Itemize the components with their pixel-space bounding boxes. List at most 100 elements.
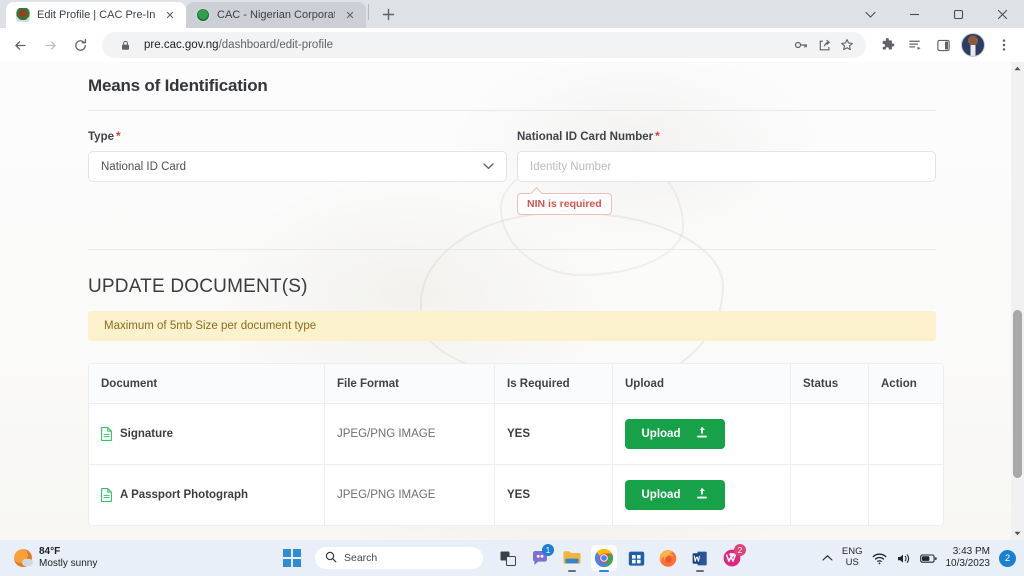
size-limit-alert: Maximum of 5mb Size per document type [88, 311, 936, 341]
scrollbar-thumb[interactable] [1013, 310, 1022, 478]
reload-icon[interactable] [66, 31, 94, 59]
table-header: Document File Format Is Required Upload … [89, 364, 943, 403]
tab-separator [368, 4, 369, 20]
scroll-down-arrow[interactable] [1011, 527, 1024, 540]
url-host: pre.cac.gov.ng [144, 39, 219, 51]
page-viewport: Means of Identification Type * National I… [0, 62, 1024, 540]
cell-upload: Upload [613, 404, 791, 464]
new-tab-button[interactable] [375, 1, 401, 27]
wondershare-icon[interactable]: 2 [719, 544, 746, 571]
extensions-puzzle-icon[interactable] [874, 31, 900, 59]
clock-time: 3:43 PM [952, 545, 990, 557]
bookmark-star-icon[interactable] [836, 34, 858, 56]
file-explorer-icon[interactable] [559, 545, 585, 572]
key-icon[interactable] [790, 34, 812, 56]
page-content: Means of Identification Type * National I… [0, 62, 1024, 540]
side-panel-icon[interactable] [930, 31, 956, 59]
tab-search-icon[interactable] [848, 0, 892, 28]
microsoft-word-icon[interactable] [687, 545, 713, 572]
browser-tab-2[interactable]: CAC - Nigerian Corporate Regist ✕ [186, 2, 366, 28]
taskbar-clock[interactable]: 3:43 PM 10/3/2023 [946, 546, 991, 571]
app-running-indicator [696, 570, 704, 572]
task-view-icon[interactable] [495, 545, 521, 571]
update-documents-title: UPDATE DOCUMENT(S) [88, 276, 308, 297]
battery-icon[interactable] [919, 553, 937, 564]
weather-condition: Mostly sunny [39, 558, 98, 569]
scroll-up-arrow[interactable] [1011, 62, 1024, 75]
tab-title: Edit Profile | CAC Pre-Incorporat [37, 9, 155, 21]
lock-icon [114, 34, 136, 56]
share-icon[interactable] [813, 34, 835, 56]
file-green-icon [101, 488, 112, 502]
cell-file-format: JPEG/PNG IMAGE [325, 404, 495, 464]
column-header-is-required: Is Required [495, 364, 613, 403]
nin-input[interactable]: Identity Number [517, 151, 936, 182]
cell-action [869, 404, 943, 464]
upload-button-label: Upload [641, 489, 681, 501]
tab-strip: Edit Profile | CAC Pre-Incorporat ✕ CAC … [0, 0, 1024, 28]
close-icon[interactable]: ✕ [342, 7, 358, 23]
cell-document: A Passport Photograph [89, 465, 325, 525]
required-asterisk: * [116, 129, 121, 143]
document-name: Signature [120, 428, 174, 440]
type-select[interactable]: National ID Card [88, 151, 507, 182]
close-icon[interactable]: ✕ [162, 7, 178, 23]
taskbar-weather-widget[interactable]: 84°F Mostly sunny [0, 546, 270, 571]
upload-button[interactable]: Upload [625, 480, 725, 510]
column-header-status: Status [791, 364, 869, 403]
upload-button-label: Upload [641, 428, 681, 440]
chat-icon[interactable]: 1 [527, 544, 554, 571]
wondershare-badge: 2 [734, 544, 746, 556]
profile-avatar[interactable] [961, 33, 985, 57]
browser-toolbar: pre.cac.gov.ng/dashboard/edit-profile [0, 28, 1024, 62]
upload-icon [696, 426, 708, 442]
volume-icon[interactable] [896, 552, 911, 565]
upload-button[interactable]: Upload [625, 419, 725, 449]
close-window-button[interactable] [980, 0, 1024, 28]
column-header-document: Document [89, 364, 325, 403]
type-select-value: National ID Card [101, 160, 187, 173]
reading-list-icon[interactable] [902, 31, 928, 59]
identification-form-row: Type * National ID Card National ID Card … [88, 129, 936, 215]
page-title: Means of Identification [88, 76, 268, 95]
document-name: A Passport Photograph [120, 489, 248, 501]
back-icon[interactable] [6, 31, 34, 59]
minimize-button[interactable] [892, 0, 936, 28]
language-line2: US [845, 557, 859, 568]
system-tray: ENG US 3:43 PM 10/3/2023 2 [822, 546, 1016, 571]
nin-input-placeholder: Identity Number [530, 160, 612, 173]
google-chrome-icon[interactable] [591, 545, 617, 572]
nin-field-group: National ID Card Number * Identity Number… [517, 129, 936, 215]
wifi-icon[interactable] [872, 552, 887, 565]
start-icon[interactable] [279, 545, 305, 571]
cell-is-required: YES [495, 465, 613, 525]
chevron-up-icon[interactable] [822, 554, 833, 562]
omnibox-actions [790, 34, 858, 56]
label-text: Type [88, 131, 114, 143]
table-row: Signature JPEG/PNG IMAGE YES Upload [89, 403, 943, 464]
browser-tab-1[interactable]: Edit Profile | CAC Pre-Incorporat ✕ [6, 2, 186, 28]
language-indicator[interactable]: ENG US [842, 547, 863, 568]
forward-icon[interactable] [36, 31, 64, 59]
cell-status [791, 404, 869, 464]
type-field-label: Type * [88, 129, 507, 143]
page-scrollbar[interactable] [1011, 62, 1024, 540]
maximize-button[interactable] [936, 0, 980, 28]
nin-error-message: NIN is required [517, 193, 612, 215]
taskbar-search[interactable]: Search [315, 547, 483, 569]
firefox-icon[interactable] [655, 545, 681, 571]
clock-date: 10/3/2023 [945, 558, 991, 569]
microsoft-store-icon[interactable] [623, 545, 649, 571]
section-divider [88, 110, 936, 111]
address-bar[interactable]: pre.cac.gov.ng/dashboard/edit-profile [102, 32, 866, 58]
chrome-menu-icon[interactable] [990, 31, 1018, 59]
weather-text: 84°F Mostly sunny [39, 546, 97, 571]
tab-title: CAC - Nigerian Corporate Regist [217, 9, 335, 21]
cell-upload: Upload [613, 465, 791, 525]
windows-taskbar: 84°F Mostly sunny Search 1 2 ENG US 3:43… [0, 540, 1024, 576]
type-field-group: Type * National ID Card [88, 129, 507, 215]
label-text: National ID Card Number [517, 131, 654, 143]
notification-badge[interactable]: 2 [999, 549, 1016, 567]
column-header-file-format: File Format [325, 364, 495, 403]
window-controls [848, 0, 1024, 28]
